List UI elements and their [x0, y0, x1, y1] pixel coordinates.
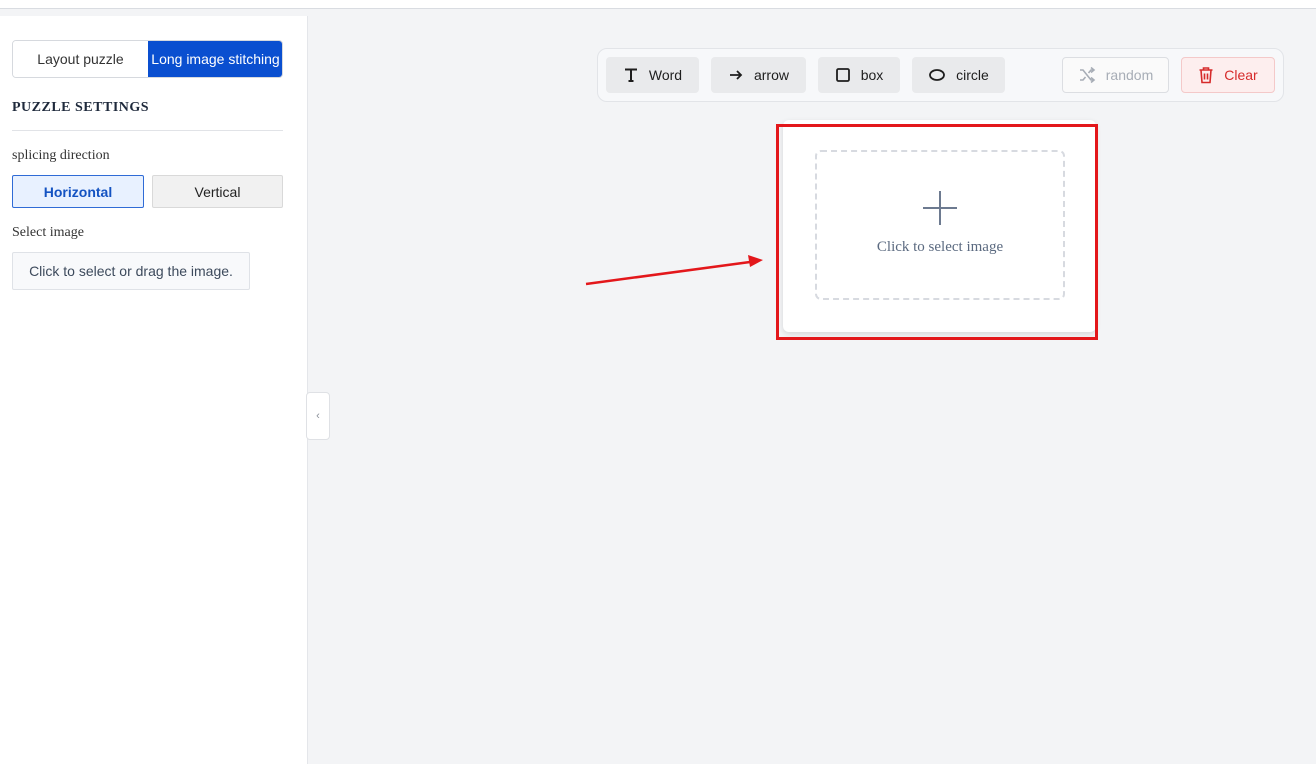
mode-tabs: Layout puzzle Long image stitching	[12, 40, 283, 78]
trash-icon	[1199, 67, 1213, 84]
text-icon	[624, 68, 637, 82]
vertical-button[interactable]: Vertical	[152, 175, 283, 208]
horizontal-button[interactable]: Horizontal	[12, 175, 144, 208]
select-image-button[interactable]: Click to select or drag the image.	[12, 252, 250, 290]
splicing-direction-label: splicing direction	[12, 148, 110, 163]
square-icon	[835, 68, 850, 82]
ellipse-icon	[929, 69, 946, 81]
shuffle-icon	[1079, 66, 1096, 84]
collapse-sidebar-button[interactable]: ‹	[306, 392, 330, 440]
box-tool-button[interactable]: box	[818, 57, 900, 93]
box-tool-label: box	[860, 67, 884, 83]
sidebar: Layout puzzle Long image stitching PUZZL…	[0, 16, 308, 764]
arrow-tool-label: arrow	[753, 67, 789, 83]
plus-icon	[923, 190, 957, 225]
tab-layout-puzzle[interactable]: Layout puzzle	[13, 41, 148, 77]
circle-tool-button[interactable]: circle	[912, 57, 1005, 93]
canvas-card: Click to select image	[783, 120, 1096, 332]
image-dropzone[interactable]: Click to select image	[815, 150, 1065, 300]
dropzone-text: Click to select image	[876, 238, 1004, 255]
top-bar	[0, 0, 1316, 9]
section-title: PUZZLE SETTINGS	[12, 100, 150, 115]
annotation-arrow	[585, 255, 763, 286]
clear-label: Clear	[1224, 67, 1258, 83]
arrow-tool-button[interactable]: arrow	[711, 57, 806, 93]
drawing-toolbar: Word arrow box circle random Clear	[597, 48, 1284, 102]
random-label: random	[1105, 67, 1154, 83]
select-image-label: Select image	[12, 225, 84, 240]
random-button[interactable]: random	[1062, 57, 1169, 93]
arrow-right-icon	[729, 70, 743, 80]
word-tool-label: Word	[648, 67, 683, 83]
chevron-left-icon: ‹	[316, 410, 320, 422]
clear-button[interactable]: Clear	[1181, 57, 1275, 93]
tab-long-image-stitching[interactable]: Long image stitching	[148, 41, 282, 77]
circle-tool-label: circle	[956, 67, 989, 83]
word-tool-button[interactable]: Word	[606, 57, 699, 93]
divider	[12, 130, 283, 131]
